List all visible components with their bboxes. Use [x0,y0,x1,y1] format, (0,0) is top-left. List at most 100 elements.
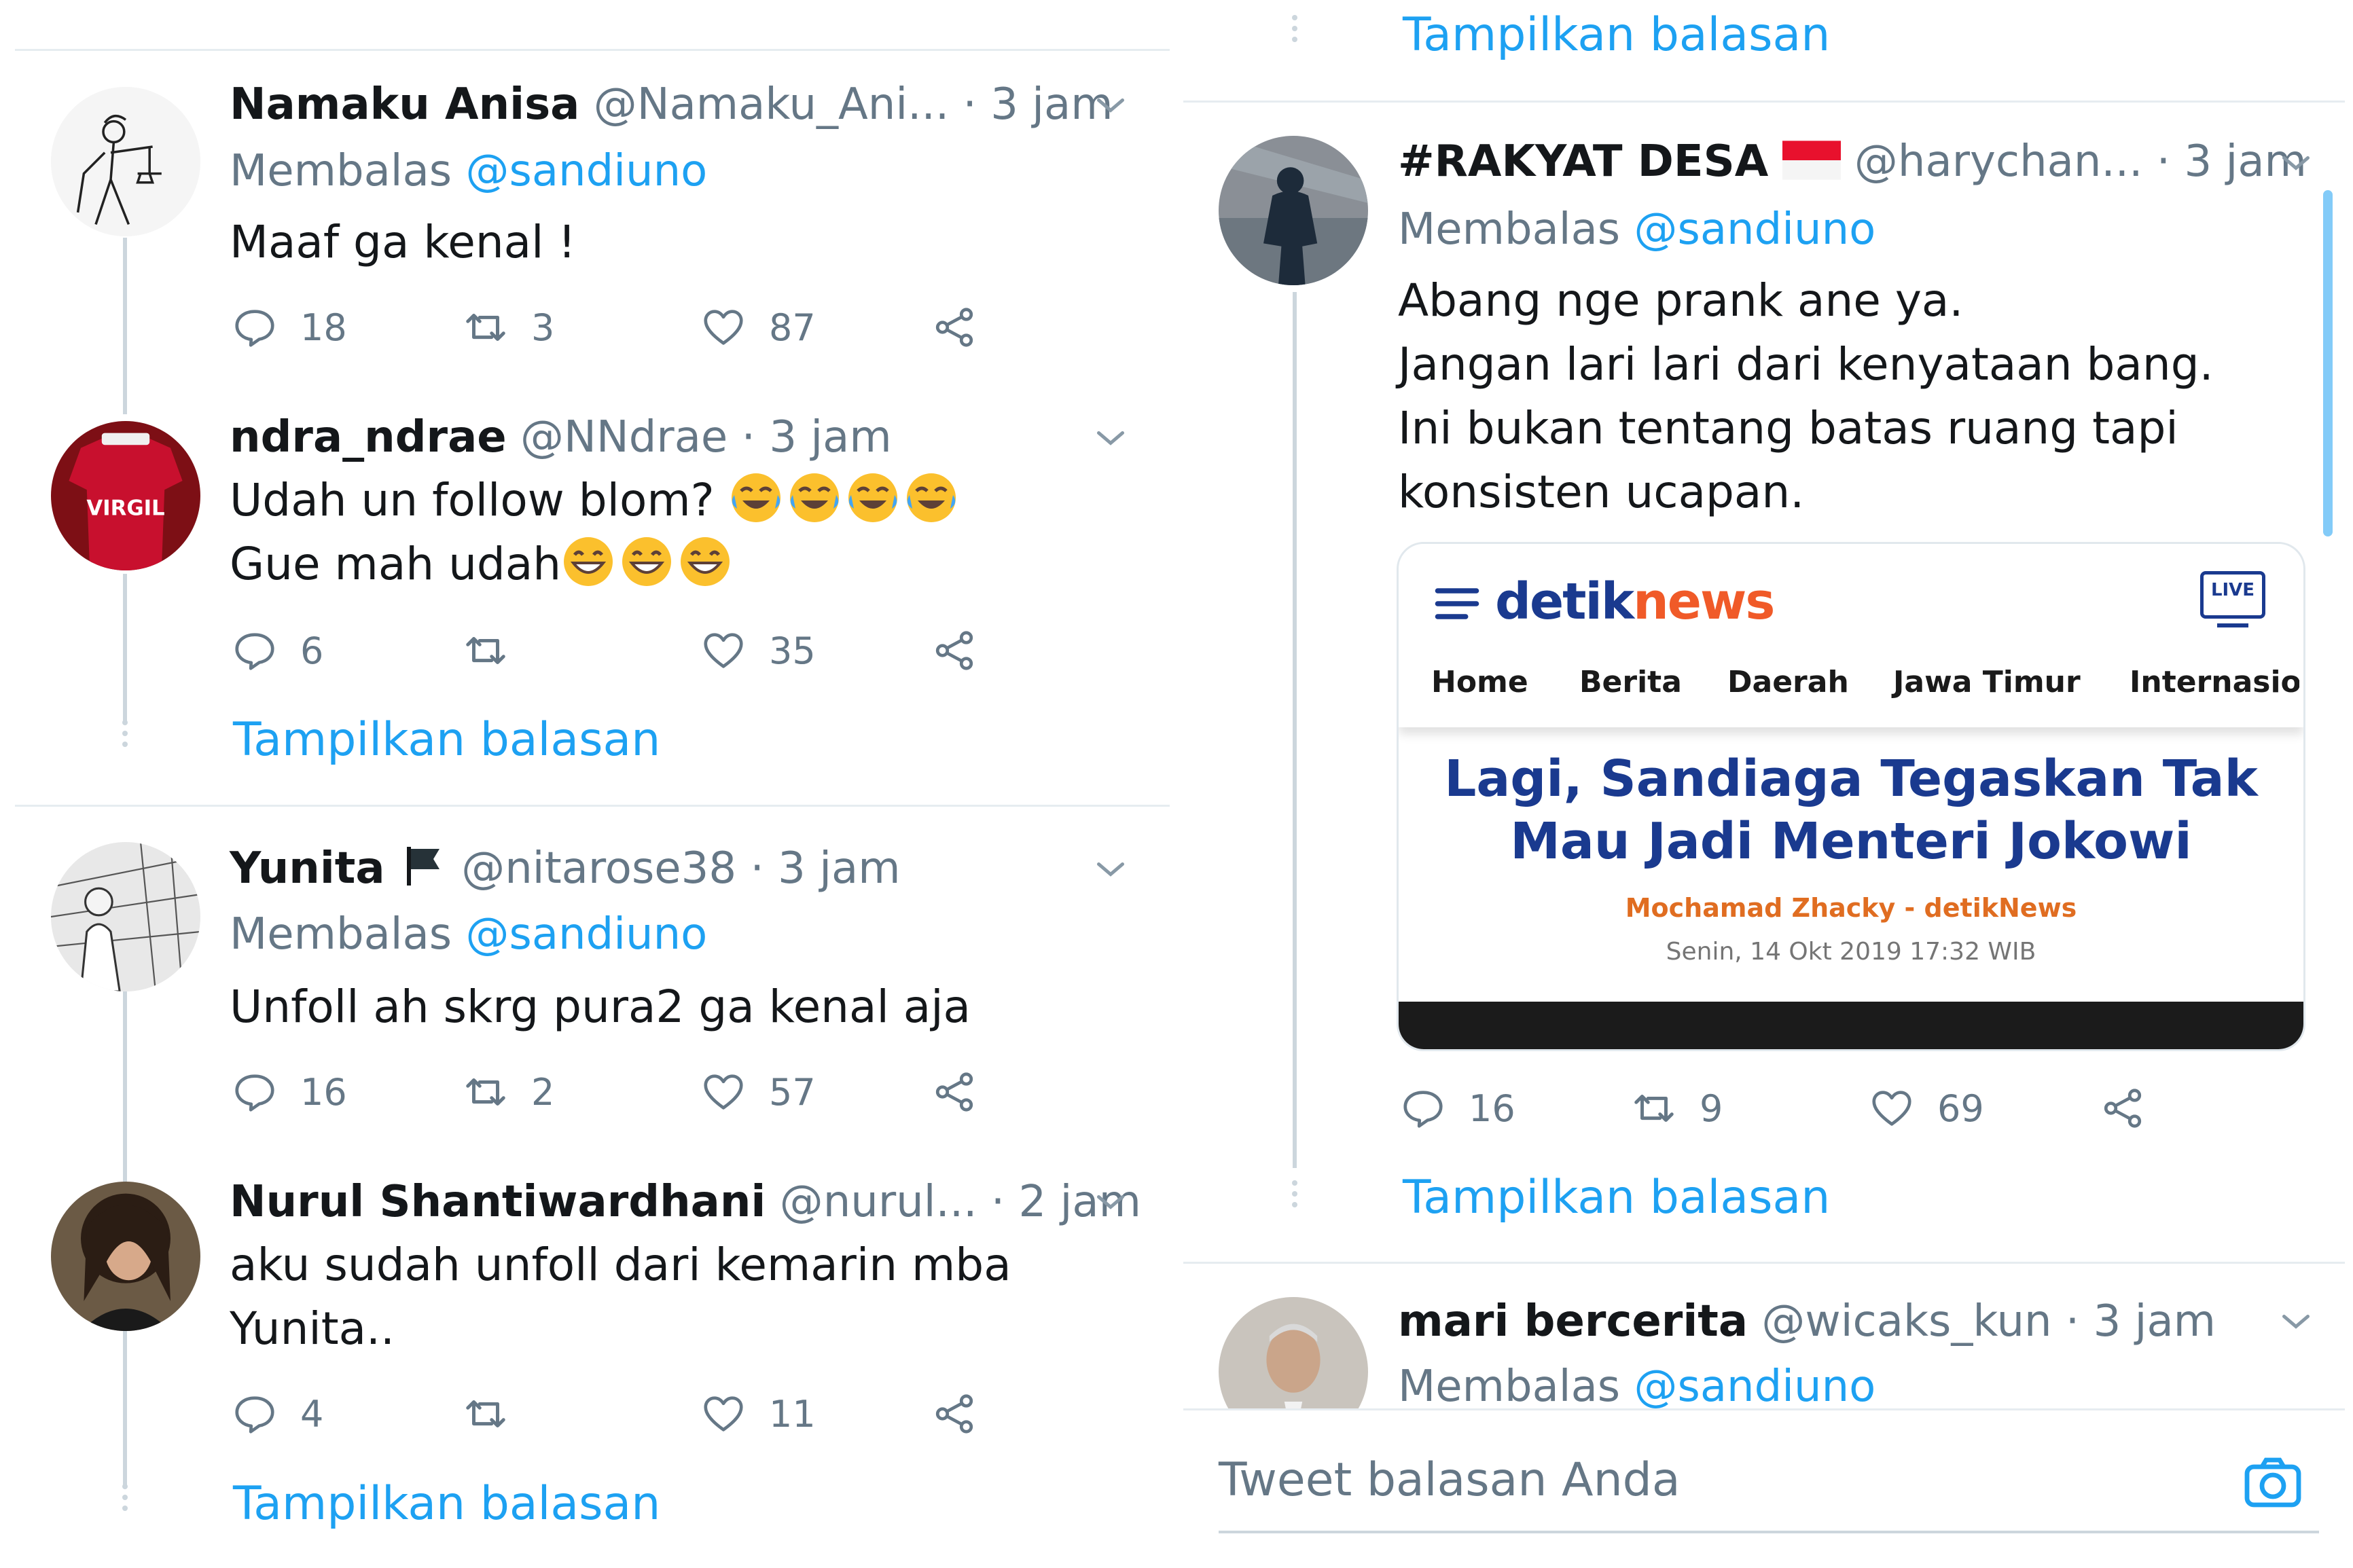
divider [1183,1408,2345,1410]
chevron-down-icon[interactable] [1090,1182,1131,1222]
reply-button[interactable]: 18 [231,300,347,354]
display-name[interactable]: Yunita [230,843,385,894]
retweet-icon [466,637,505,664]
retweet-button[interactable]: 3 [462,300,554,354]
retweet-count: 9 [1700,1087,1723,1130]
divider [1183,101,2345,103]
user-handle[interactable]: @nitarose38 [461,843,736,894]
user-handle[interactable]: @wicaks_kun [1761,1296,2051,1347]
like-button[interactable]: 11 [700,1387,816,1441]
share-button[interactable] [2099,1081,2168,1135]
user-handle[interactable]: @nurul... [780,1177,977,1227]
reply-button[interactable]: 16 [231,1065,347,1119]
display-name[interactable]: mari bercerita [1398,1296,1748,1347]
retweet-button[interactable]: 9 [1630,1081,1723,1135]
camera-icon[interactable] [2240,1451,2305,1516]
live-tv-icon[interactable]: LIVE [2200,571,2265,627]
display-name[interactable]: Nurul Shantiwardhani [230,1177,766,1227]
show-replies-link[interactable]: Tampilkan balasan [1403,8,1830,62]
scrollbar[interactable] [2323,190,2333,536]
heart-icon [704,310,743,345]
retweet-button[interactable]: 2 [462,1065,554,1119]
chevron-down-icon[interactable] [1090,849,1131,890]
nav-internasional[interactable]: Internasio [2130,665,2299,699]
like-button[interactable]: 87 [700,300,816,354]
like-count: 57 [769,1070,816,1114]
grinning-emoji [622,537,672,586]
retweet-count: 3 [531,306,555,349]
chevron-down-icon[interactable] [2276,1301,2316,1342]
tweet-meta: #RAKYAT DESA @harychan... · 3 jam [1398,134,2307,189]
timestamp[interactable]: · 3 jam [750,843,900,894]
show-replies-link[interactable]: Tampilkan balasan [233,1477,660,1531]
reply-button[interactable]: 4 [231,1387,323,1441]
reply-button[interactable]: 16 [1399,1081,1515,1135]
timestamp[interactable]: · 3 jam [742,412,892,462]
tears-of-joy-emoji [789,473,839,522]
avatar[interactable] [51,1182,200,1331]
detiknews-logo: detiknews [1495,572,1775,631]
tweet-text: Yunita.. [230,1302,395,1355]
user-handle[interactable]: @harychan... [1854,136,2143,187]
retweet-button[interactable] [462,1387,531,1441]
share-button[interactable] [931,623,1000,678]
tweet-actions: 18 3 87 [231,300,1005,354]
tweet-text: Abang nge prank ane ya. [1398,274,1964,327]
thread-line [123,991,127,1185]
nav-daerah[interactable]: Daerah [1727,665,1849,699]
share-button[interactable] [931,1065,1000,1119]
user-handle[interactable]: @Namaku_Ani... [594,79,949,130]
retweet-icon [466,1400,505,1427]
display-name[interactable]: Namaku Anisa [230,79,579,130]
show-replies-link[interactable]: Tampilkan balasan [233,713,660,767]
reply-input[interactable]: Tweet balasan Anda [1219,1453,1681,1507]
nav-jawa-timur[interactable]: Jawa Timur [1893,665,2081,699]
link-preview-card[interactable]: detiknews LIVE Home Berita Daerah Jawa T… [1397,542,2305,1051]
reply-icon [235,633,274,670]
retweet-icon [466,314,505,341]
display-name[interactable]: #RAKYAT DESA [1398,136,1768,187]
chevron-down-icon[interactable] [1090,85,1131,126]
replying-prefix: Membalas [1398,204,1621,255]
like-count: 35 [769,629,816,672]
profile-photo-image [51,1182,200,1331]
reply-mention-link[interactable]: @sandiuno [465,909,707,960]
left-panel: Namaku Anisa @Namaku_Ani... · 3 jam Memb… [0,0,1175,1568]
retweet-button[interactable] [462,623,531,678]
reply-count: 16 [300,1070,347,1114]
nav-berita[interactable]: Berita [1579,665,1682,699]
avatar[interactable] [1219,136,1368,285]
reply-mention-link[interactable]: @sandiuno [465,146,707,196]
chevron-down-icon[interactable] [1090,418,1131,458]
reply-mention-link[interactable]: @sandiuno [1634,1362,1875,1410]
user-handle[interactable]: @NNdrae [520,412,728,462]
heart-icon [704,1396,743,1432]
avatar[interactable]: VIRGIL [51,421,200,570]
share-icon [2104,1089,2142,1128]
replying-prefix: Membalas [230,146,452,196]
nav-home[interactable]: Home [1431,665,1528,699]
reply-count: 16 [1469,1087,1515,1130]
reply-mention-link[interactable]: @sandiuno [1634,204,1875,255]
timestamp[interactable]: · 3 jam [2066,1296,2216,1347]
avatar[interactable] [51,87,200,236]
avatar[interactable] [1219,1297,1368,1410]
share-button[interactable] [931,300,1000,354]
avatar[interactable] [51,842,200,991]
tweet-text: Unfoll ah skrg pura2 ga kenal aja [230,981,971,1033]
like-count: 87 [769,306,816,349]
like-button[interactable]: 35 [700,623,816,678]
share-button[interactable] [931,1387,1000,1441]
thread-dots [1291,15,1299,48]
like-button[interactable]: 57 [700,1065,816,1119]
tweet-text: aku sudah unfoll dari kemarin mba [230,1239,1011,1291]
show-replies-link[interactable]: Tampilkan balasan [1403,1171,1830,1225]
like-button[interactable]: 69 [1868,1081,1984,1135]
chevron-down-icon[interactable] [2276,143,2316,183]
reply-count: 4 [300,1392,324,1436]
shadow-photo-image [1219,136,1368,285]
tweet-text: Jangan lari lari dari kenyataan bang. [1398,338,2214,390]
reply-button[interactable]: 6 [231,623,323,678]
display-name[interactable]: ndra_ndrae [230,412,507,462]
tweet-meta: mari bercerita @wicaks_kun · 3 jam [1398,1294,2216,1349]
